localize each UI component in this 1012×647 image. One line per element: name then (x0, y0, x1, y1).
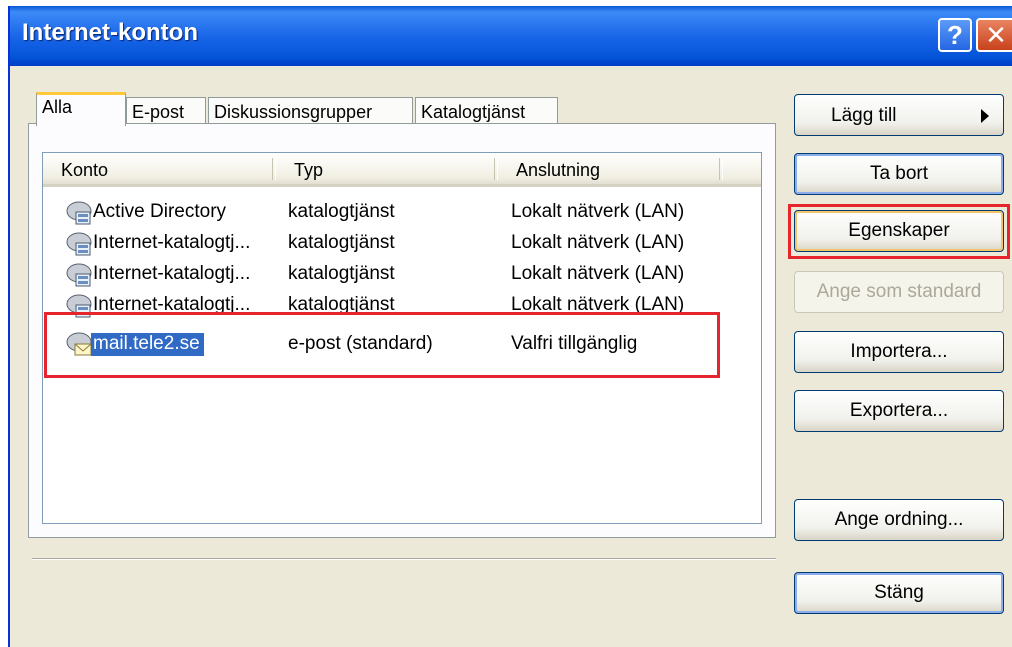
title-bar[interactable]: Internet-konton ? ✕ (10, 6, 1012, 66)
account-name: Active Directory (93, 201, 227, 222)
account-type: katalogtjänst (288, 201, 395, 222)
column-label: Konto (61, 160, 109, 180)
help-icon: ? (947, 19, 963, 50)
close-window-button[interactable]: ✕ (976, 18, 1012, 52)
annotation-highlight-properties (788, 204, 1010, 259)
account-connection: Lokalt nätverk (LAN) (511, 201, 685, 222)
list-item[interactable]: Internet-katalogtj... katalogtjänst Loka… (43, 230, 761, 259)
account-connection: Lokalt nätverk (LAN) (511, 263, 685, 284)
tab-label: Diskussionsgrupper (214, 102, 373, 122)
list-item[interactable]: Active Directory katalogtjänst Lokalt nä… (43, 199, 761, 228)
tab-label: Alla (42, 97, 73, 117)
set-order-button-label: Ange ordning... (834, 509, 964, 530)
remove-button-label: Ta bort (869, 163, 929, 184)
column-label: Anslutning (516, 160, 601, 180)
annotation-highlight-selected-row (44, 312, 720, 378)
list-item[interactable]: Internet-katalogtj... katalogtjänst Loka… (43, 261, 761, 290)
import-button-label: Importera... (850, 341, 948, 362)
account-type: katalogtjänst (288, 263, 395, 284)
set-default-button[interactable]: Ange som standard (794, 271, 1004, 313)
add-button-label: Lägg till (831, 105, 897, 126)
column-header-connection[interactable]: Anslutning (498, 153, 723, 187)
add-button[interactable]: Lägg till (794, 94, 1004, 136)
tab-newsgroups[interactable]: Diskussionsgrupper (208, 97, 413, 124)
tab-email[interactable]: E-post (126, 97, 206, 124)
list-header: Konto Typ Anslutning (43, 153, 761, 187)
column-header-empty (723, 153, 761, 187)
directory-service-icon (66, 263, 92, 287)
tab-all[interactable]: Alla (36, 92, 126, 126)
account-connection: Lokalt nätverk (LAN) (511, 232, 685, 253)
import-button[interactable]: Importera... (794, 331, 1004, 373)
tab-label: Katalogtjänst (421, 102, 526, 122)
divider (32, 558, 776, 560)
close-button[interactable]: Stäng (794, 572, 1004, 614)
column-label: Typ (294, 160, 324, 180)
set-default-button-label: Ange som standard (816, 281, 982, 302)
close-icon: ✕ (985, 19, 1007, 50)
menu-arrow-icon (981, 109, 989, 123)
account-name: Internet-katalogtj... (93, 263, 251, 284)
remove-button[interactable]: Ta bort (794, 153, 1004, 195)
window-title: Internet-konton (22, 19, 198, 46)
directory-service-icon (66, 232, 92, 256)
export-button[interactable]: Exportera... (794, 390, 1004, 432)
help-button[interactable]: ? (938, 18, 972, 52)
export-button-label: Exportera... (849, 400, 949, 421)
directory-service-icon (66, 201, 92, 225)
close-button-label: Stäng (874, 582, 924, 603)
tab-label: E-post (132, 102, 185, 122)
set-order-button[interactable]: Ange ordning... (794, 499, 1004, 541)
account-type: katalogtjänst (288, 232, 395, 253)
account-name: Internet-katalogtj... (93, 232, 251, 253)
column-header-account[interactable]: Konto (43, 153, 276, 187)
column-header-type[interactable]: Typ (276, 153, 498, 187)
tab-directory-service[interactable]: Katalogtjänst (415, 97, 558, 124)
